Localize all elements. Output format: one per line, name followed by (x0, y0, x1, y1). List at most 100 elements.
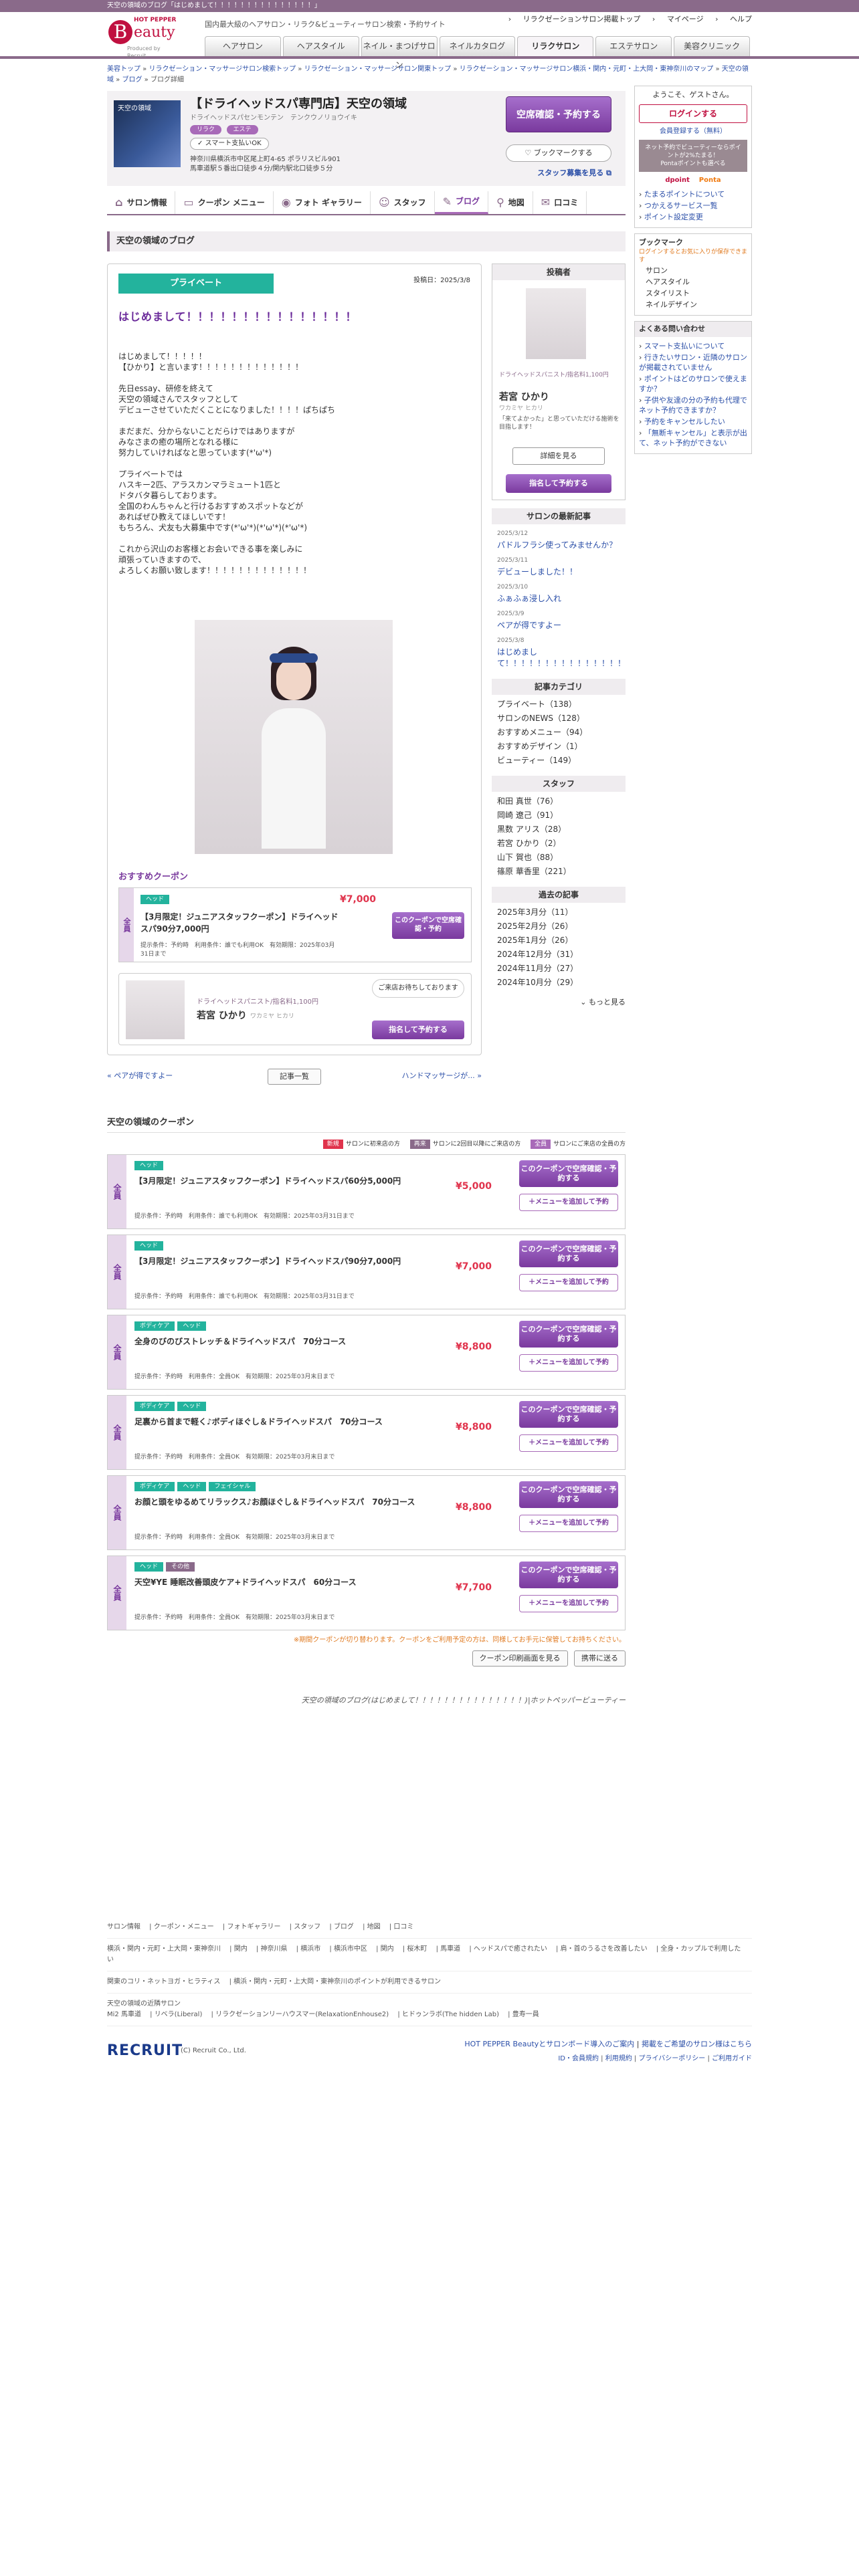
list-item[interactable]: › 「無断キャンセル」と表示が出て、ネット予約ができない (639, 428, 747, 448)
list-item[interactable]: › ポイント設定変更 (639, 212, 747, 222)
list-item[interactable]: 2024年11月分（27） (497, 963, 620, 974)
footer-link[interactable]: 横浜市中区 (334, 1945, 367, 1953)
footer-link[interactable]: 関内 (381, 1945, 394, 1953)
salon-nav-blog[interactable]: ✎ ブログ (434, 191, 489, 214)
reserve-button[interactable]: 空席確認・予約する (506, 96, 611, 132)
footer-link[interactable]: ヘッドスパで癒されたい (474, 1945, 547, 1953)
list-item[interactable]: おすすめメニュー（94） (497, 727, 620, 738)
salon-nav-staff[interactable]: ☺ スタッフ (371, 191, 435, 214)
list-item[interactable]: 2025年1月分（26） (497, 935, 620, 946)
coupon-add-menu-button[interactable]: ＋メニューを追加して予約 (519, 1194, 618, 1211)
tab-hair-salon[interactable]: ヘアサロン (205, 36, 281, 56)
crumb-6[interactable]: ブログ (122, 76, 142, 84)
list-item[interactable]: 2025/3/8 はじめまして！！！！！！！！！！！！！！！ (497, 635, 626, 669)
coupon-reserve-button[interactable]: このクーポンで空席確認・予約する (519, 1160, 618, 1187)
listing-link[interactable]: 掲載をご希望のサロン様はこちら (642, 2040, 752, 2048)
list-item[interactable]: 2024年10月分（29） (497, 977, 620, 988)
guide-link[interactable]: ご利用ガイド (712, 2055, 752, 2062)
tab-nail-catalog[interactable]: ネイルカタログ (439, 36, 516, 56)
salon-nav-info[interactable]: ⌂ サロン情報 (107, 191, 176, 214)
util-relax-top[interactable]: › リラクゼーションサロン掲載トップ (508, 15, 641, 23)
list-item[interactable]: 和田 真世（76） (497, 796, 620, 807)
coupon-reserve-button[interactable]: このクーポンで空席確認・予約 (392, 912, 464, 939)
salon-image[interactable]: 天空の領域 (114, 100, 181, 167)
footer-link[interactable]: 口コミ (393, 1923, 413, 1931)
salon-nav-review[interactable]: ✉ 口コミ (533, 191, 587, 214)
salon-nav-coupon[interactable]: ▭ クーポン メニュー (175, 191, 274, 214)
list-item[interactable]: スタイリスト (646, 288, 747, 298)
coupon-add-menu-button[interactable]: ＋メニューを追加して予約 (519, 1434, 618, 1452)
footer-link[interactable]: サロン情報 (107, 1923, 140, 1931)
login-button[interactable]: ログインする (639, 104, 747, 123)
bookmark-button[interactable]: ♡ ブックマークする (506, 144, 611, 162)
salonboard-link[interactable]: HOT PEPPER Beautyとサロンボード導入のご案内 (464, 2040, 634, 2048)
footer-link[interactable]: ブログ (334, 1923, 354, 1931)
coupon-add-menu-button[interactable]: ＋メニューを追加して予約 (519, 1595, 618, 1612)
footer-link[interactable]: 関内 (234, 1945, 248, 1953)
footer-link[interactable]: Mi2 馬車道 (107, 2011, 141, 2018)
coupon-name[interactable]: 【3月限定！ジュニアスタッフクーポン】ドライヘッドスパ90分7,000円 (134, 1255, 442, 1268)
footer-link[interactable]: 神奈川県 (260, 1945, 287, 1953)
util-mypage[interactable]: › マイページ (652, 15, 704, 23)
coupon-mobile-button[interactable]: 携帯に送る (574, 1650, 626, 1667)
tab-hair-style[interactable]: ヘアスタイル (282, 36, 359, 56)
coupon-reserve-button[interactable]: このクーポンで空席確認・予約する (519, 1321, 618, 1348)
coupon-name[interactable]: 【3月限定！ジュニアスタッフクーポン】ドライヘッドスパ90分7,000円 (140, 911, 341, 935)
coupon-name[interactable]: 全身のびのびストレッチ＆ドライヘッドスパ 70分コース (134, 1335, 442, 1348)
footer-link[interactable]: 肩・首のうるさを改善したい (561, 1945, 648, 1953)
coupon-reserve-button[interactable]: このクーポンで空席確認・予約する (519, 1481, 618, 1508)
list-item[interactable]: 2025/3/11 デビューしました！！ (497, 555, 620, 578)
salon-nav-map[interactable]: ⚲ 地図 (488, 191, 533, 214)
privacy-link[interactable]: プライバシーポリシー (638, 2055, 705, 2062)
poster-detail-button[interactable]: 詳細を見る (512, 447, 605, 465)
list-item[interactable]: 2025年3月分（11） (497, 907, 620, 918)
coupon-reserve-button[interactable]: このクーポンで空席確認・予約する (519, 1241, 618, 1267)
poster-reserve-button[interactable]: 指名して予約する (506, 474, 611, 493)
util-help[interactable]: › ヘルプ (715, 15, 752, 23)
author-name[interactable]: 若宮 ひかり (197, 1010, 247, 1023)
footer-link[interactable]: 地図 (367, 1923, 381, 1931)
coupon-add-menu-button[interactable]: ＋メニューを追加して予約 (519, 1354, 618, 1372)
list-item[interactable]: › つかえるサービス一覧 (639, 201, 747, 211)
footer-link[interactable]: 横浜・関内・元町・上大岡・東神奈川のポイントが利用できるサロン (233, 1978, 441, 1985)
list-item[interactable]: サロン (646, 265, 747, 276)
footer-link[interactable]: リベラ(Liberal) (155, 2011, 203, 2018)
list-item[interactable]: 2025年2月分（26） (497, 921, 620, 932)
list-item[interactable]: 2024年12月分（31） (497, 949, 620, 960)
coupon-reserve-button[interactable]: このクーポンで空席確認・予約する (519, 1562, 618, 1588)
list-item[interactable]: › 行きたいサロン・近隣のサロンが掲載されていません (639, 352, 747, 372)
terms-link[interactable]: 利用規約 (605, 2055, 632, 2062)
list-item[interactable]: › 予約をキャンセルしたい (639, 417, 747, 427)
smart-pay-badge[interactable]: ✓ スマート支払いOK (190, 138, 269, 150)
list-item[interactable]: おすすめデザイン（1） (497, 741, 620, 752)
list-item[interactable]: サロンのNEWS（128） (497, 713, 620, 724)
list-item[interactable]: 2025/3/9 ペアが得ですよー (497, 609, 620, 631)
list-item[interactable]: › スマート支払いについて (639, 341, 747, 351)
list-item[interactable]: ヘアスタイル (646, 277, 747, 287)
tab-nail-salon[interactable]: ネイル・まつげサロン (361, 36, 438, 70)
author-photo[interactable] (126, 980, 185, 1039)
recruit-logo[interactable]: RECRUIT (107, 2041, 183, 2061)
crumb-1[interactable]: 美容トップ (107, 66, 140, 73)
coupon-reserve-button[interactable]: このクーポンで空席確認・予約する (519, 1401, 618, 1428)
list-item[interactable]: 2025/3/12 パドルフラシ使ってみませんか？ (497, 528, 620, 551)
list-item[interactable]: 黒数 アリス（28） (497, 824, 620, 835)
points-banner[interactable]: ネット予約でビューティーならポイントが2%たまる！ Pontaポイントも選べる (639, 140, 747, 173)
list-item[interactable]: › たまるポイントについて (639, 189, 747, 199)
footer-link[interactable]: フォトギャラリー (227, 1923, 280, 1931)
list-item[interactable]: › 子供や友達の分の予約も代理でネット予約できますか？ (639, 395, 747, 415)
tab-beauty-clinic[interactable]: 美容クリニック (674, 36, 751, 56)
crumb-2[interactable]: リラクゼーション・マッサージサロン検索トップ (149, 66, 296, 73)
poster-name[interactable]: 若宮 ひかり (499, 391, 549, 404)
salon-nav-photo[interactable]: ◉ フォト ギャラリー (274, 191, 371, 214)
footer-link[interactable]: クーポン・メニュー (154, 1923, 214, 1931)
list-item[interactable]: プライベート（138） (497, 699, 620, 710)
more-link[interactable]: ⌄ もっと見る (492, 998, 626, 1008)
coupon-name[interactable]: 【3月限定！ジュニアスタッフクーポン】ドライヘッドスパ60分5,000円 (134, 1175, 442, 1188)
list-item[interactable]: 山下 賀也（88） (497, 852, 620, 863)
list-item[interactable]: ビューティー（149） (497, 755, 620, 766)
coupon-name[interactable]: お顔と頭をゆるめてリラックス♪お顔ほぐし＆ドライヘッドスパ 70分コース (134, 1496, 442, 1509)
list-item[interactable]: › ポイントはどのサロンで使えますか？ (639, 374, 747, 394)
footer-link[interactable]: ヒドゥンラボ(The hidden Lab) (402, 2011, 499, 2018)
list-item[interactable]: 2025/3/10 ふぁふぁ浸し入れ (497, 582, 620, 605)
